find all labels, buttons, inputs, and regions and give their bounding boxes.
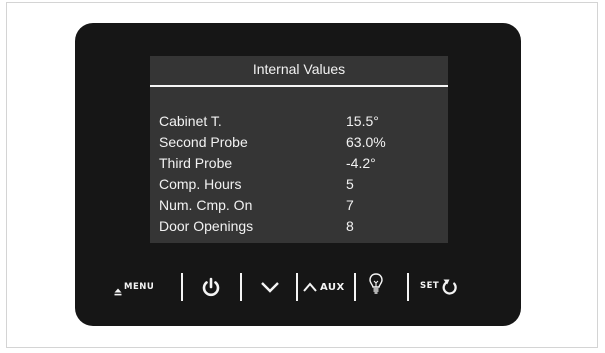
value-row-door-openings: Door Openings 8	[159, 218, 444, 238]
value-reading: 15.5°	[346, 113, 379, 129]
chevron-down-icon	[259, 278, 281, 296]
value-reading: -4.2°	[346, 155, 376, 171]
power-icon	[200, 276, 222, 298]
button-divider	[181, 273, 183, 301]
button-divider	[296, 273, 298, 301]
value-row-third-probe: Third Probe -4.2°	[159, 155, 444, 175]
menu-label: MENU	[124, 282, 155, 292]
value-row-num-cmp-on: Num. Cmp. On 7	[159, 197, 444, 217]
set-label: SET	[420, 281, 440, 291]
menu-button[interactable]: MENU	[114, 280, 155, 296]
value-label: Second Probe	[159, 134, 248, 150]
value-label: Comp. Hours	[159, 176, 242, 192]
light-bulb-icon	[368, 272, 384, 296]
button-divider	[354, 273, 356, 301]
up-aux-button[interactable]: AUX	[302, 279, 345, 295]
set-button[interactable]: SET	[420, 276, 459, 296]
light-button[interactable]	[368, 272, 384, 296]
value-reading: 7	[346, 197, 354, 213]
value-row-cabinet-temp: Cabinet T. 15.5°	[159, 113, 444, 133]
chevron-up-icon	[302, 280, 318, 294]
value-label: Num. Cmp. On	[159, 197, 253, 213]
value-reading: 5	[346, 176, 354, 192]
button-divider	[240, 273, 242, 301]
value-label: Door Openings	[159, 218, 254, 234]
eject-icon	[114, 283, 122, 296]
value-reading: 8	[346, 218, 354, 234]
refresh-icon	[441, 276, 459, 296]
value-row-second-probe: Second Probe 63.0%	[159, 134, 444, 154]
title-divider	[150, 85, 448, 87]
button-divider	[407, 273, 409, 301]
value-reading: 63.0%	[346, 134, 386, 150]
value-label: Third Probe	[159, 155, 233, 171]
screen-title: Internal Values	[252, 61, 346, 77]
controller-panel: Internal Values Cabinet T. 15.5° Second …	[75, 23, 521, 326]
button-bar: MENU AUX SET	[75, 269, 521, 309]
value-label: Cabinet T.	[159, 113, 222, 129]
aux-label: AUX	[320, 281, 345, 293]
down-button[interactable]	[259, 278, 281, 296]
power-button[interactable]	[200, 276, 222, 298]
display-screen: Internal Values Cabinet T. 15.5° Second …	[150, 56, 448, 243]
value-row-comp-hours: Comp. Hours 5	[159, 176, 444, 196]
